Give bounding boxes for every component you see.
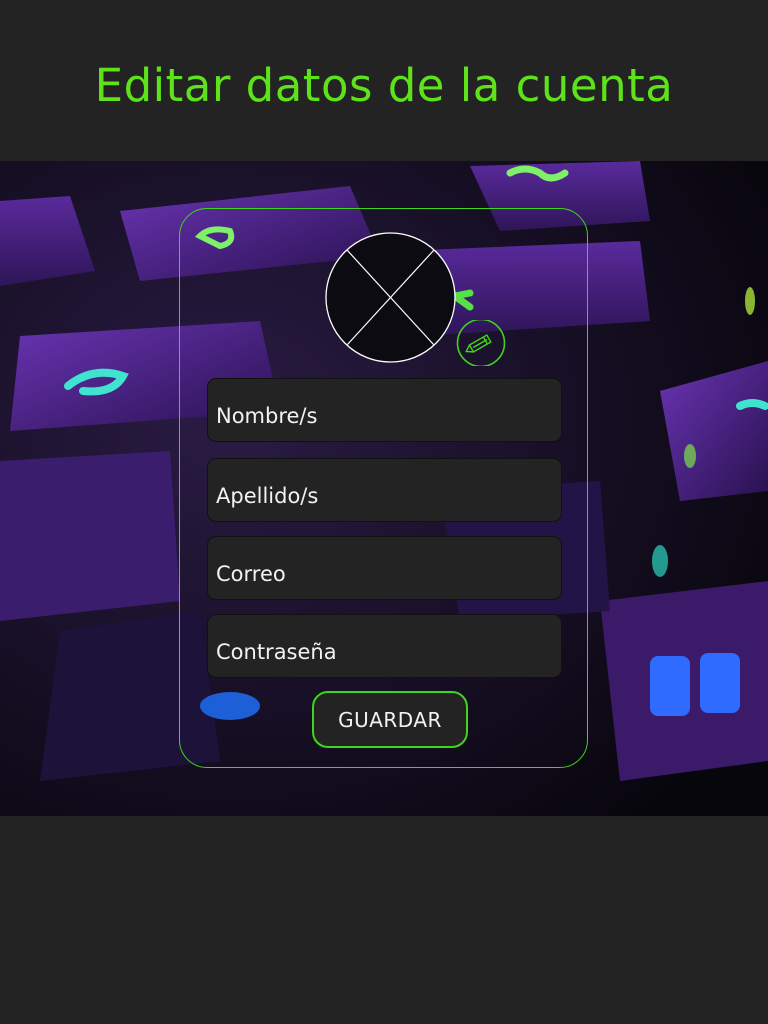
first-name-input[interactable] <box>207 378 562 442</box>
password-input[interactable] <box>207 614 562 678</box>
pencil-icon <box>456 318 506 368</box>
save-button[interactable]: GUARDAR <box>312 691 468 748</box>
avatar <box>325 232 456 363</box>
header: Editar datos de la cuenta <box>0 0 768 161</box>
edit-account-page: Editar datos de la cuenta Nombre/s Apell… <box>0 0 768 1024</box>
footer-area <box>0 816 768 1024</box>
avatar-placeholder-icon <box>325 232 456 363</box>
edit-avatar-button[interactable] <box>456 318 506 368</box>
page-title: Editar datos de la cuenta <box>94 59 674 112</box>
email-input[interactable] <box>207 536 562 600</box>
last-name-input[interactable] <box>207 458 562 522</box>
